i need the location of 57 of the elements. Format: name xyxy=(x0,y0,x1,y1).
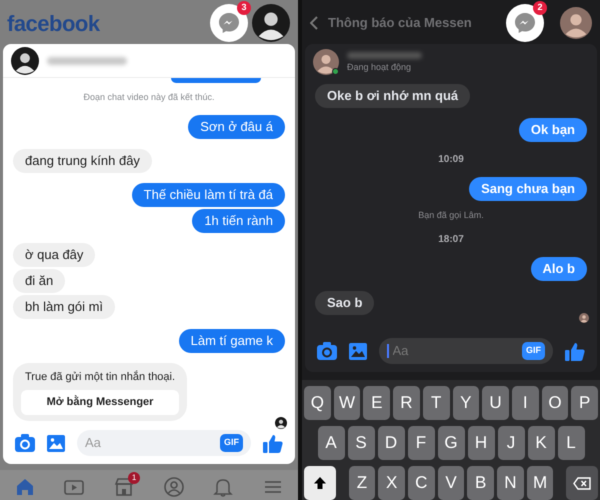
received-message: Sao b xyxy=(315,291,374,316)
keyboard-key[interactable]: S xyxy=(348,426,374,460)
keyboard-key[interactable]: M xyxy=(526,466,554,500)
keyboard-key[interactable]: F xyxy=(408,426,434,460)
received-message: đi ăn xyxy=(13,268,66,292)
message-input[interactable]: Aa xyxy=(85,433,216,453)
sent-message: Sơn ở đâu á xyxy=(188,114,285,138)
open-in-messenger-button[interactable]: Mở bằng Messenger xyxy=(21,390,180,414)
keyboard-key[interactable]: T xyxy=(422,386,450,420)
keyboard-key[interactable]: K xyxy=(528,426,554,460)
keyboard-key[interactable]: V xyxy=(438,466,464,500)
keyboard-key[interactable]: N xyxy=(497,466,524,500)
keyboard-key[interactable]: I xyxy=(512,386,539,420)
sent-message: Làm tí game k xyxy=(178,328,285,352)
keyboard-key[interactable]: Y xyxy=(452,386,480,420)
system-notice: Đoạn chat video này đã kết thúc. xyxy=(83,91,215,104)
keyboard-key[interactable]: J xyxy=(498,426,524,460)
keyboard-key[interactable]: E xyxy=(363,386,390,420)
keyboard-key[interactable]: Z xyxy=(348,466,376,500)
keyboard-key[interactable]: B xyxy=(467,466,494,500)
notification-badge: 2 xyxy=(533,0,547,15)
facebook-logo: facebook xyxy=(7,10,100,38)
notification-badge: 3 xyxy=(237,1,251,15)
message-field[interactable]: Aa GIF xyxy=(379,338,553,364)
received-message: ờ qua đây xyxy=(13,242,96,266)
keyboard-key[interactable]: W xyxy=(334,386,360,420)
keyboard-key[interactable]: R xyxy=(393,386,420,420)
keyboard-key[interactable]: H xyxy=(468,426,494,460)
gif-button[interactable]: GIF xyxy=(522,342,545,360)
message-input[interactable]: Aa xyxy=(392,341,518,361)
keyboard-key[interactable]: D xyxy=(378,426,404,460)
sent-message: 1h tiến rành xyxy=(192,208,285,232)
received-message: bh làm gói mì xyxy=(13,294,116,318)
timestamp: 18:07 xyxy=(438,233,464,248)
sent-message: Thế chiều làm tí trà đá xyxy=(132,182,285,206)
keyboard-key[interactable]: G xyxy=(438,426,464,460)
gif-button[interactable]: GIF xyxy=(220,434,243,452)
timestamp: 10:09 xyxy=(438,152,464,167)
received-message: Oke b ơi nhớ mn quá xyxy=(315,84,470,108)
keyboard-key[interactable]: X xyxy=(378,466,405,500)
page-title: Thông báo của Messen xyxy=(328,14,473,32)
keyboard-key[interactable]: O xyxy=(542,386,568,420)
keyboard-key[interactable]: P xyxy=(571,386,598,420)
keyboard-key[interactable]: U xyxy=(482,386,509,420)
keyboard-key[interactable]: Q xyxy=(304,386,331,420)
sent-message: Alo b xyxy=(530,257,587,282)
sent-message: Ok bạn xyxy=(518,118,587,142)
keyboard-key[interactable]: L xyxy=(558,426,584,460)
received-message: đang trung kính đây xyxy=(13,148,152,172)
keyboard-key[interactable]: C xyxy=(408,466,435,500)
keyboard-key[interactable]: A xyxy=(318,426,344,460)
sent-message: Sang chưa bạn xyxy=(469,176,587,201)
notification-badge: 1 xyxy=(128,472,140,484)
message-field[interactable]: Aa GIF xyxy=(77,430,251,456)
system-notice: Bạn đã gọi Lâm. xyxy=(418,208,484,222)
active-status: Đang hoạt động xyxy=(347,62,412,72)
voice-message-text: True đã gửi một tin nhắn thoại. xyxy=(24,370,176,384)
